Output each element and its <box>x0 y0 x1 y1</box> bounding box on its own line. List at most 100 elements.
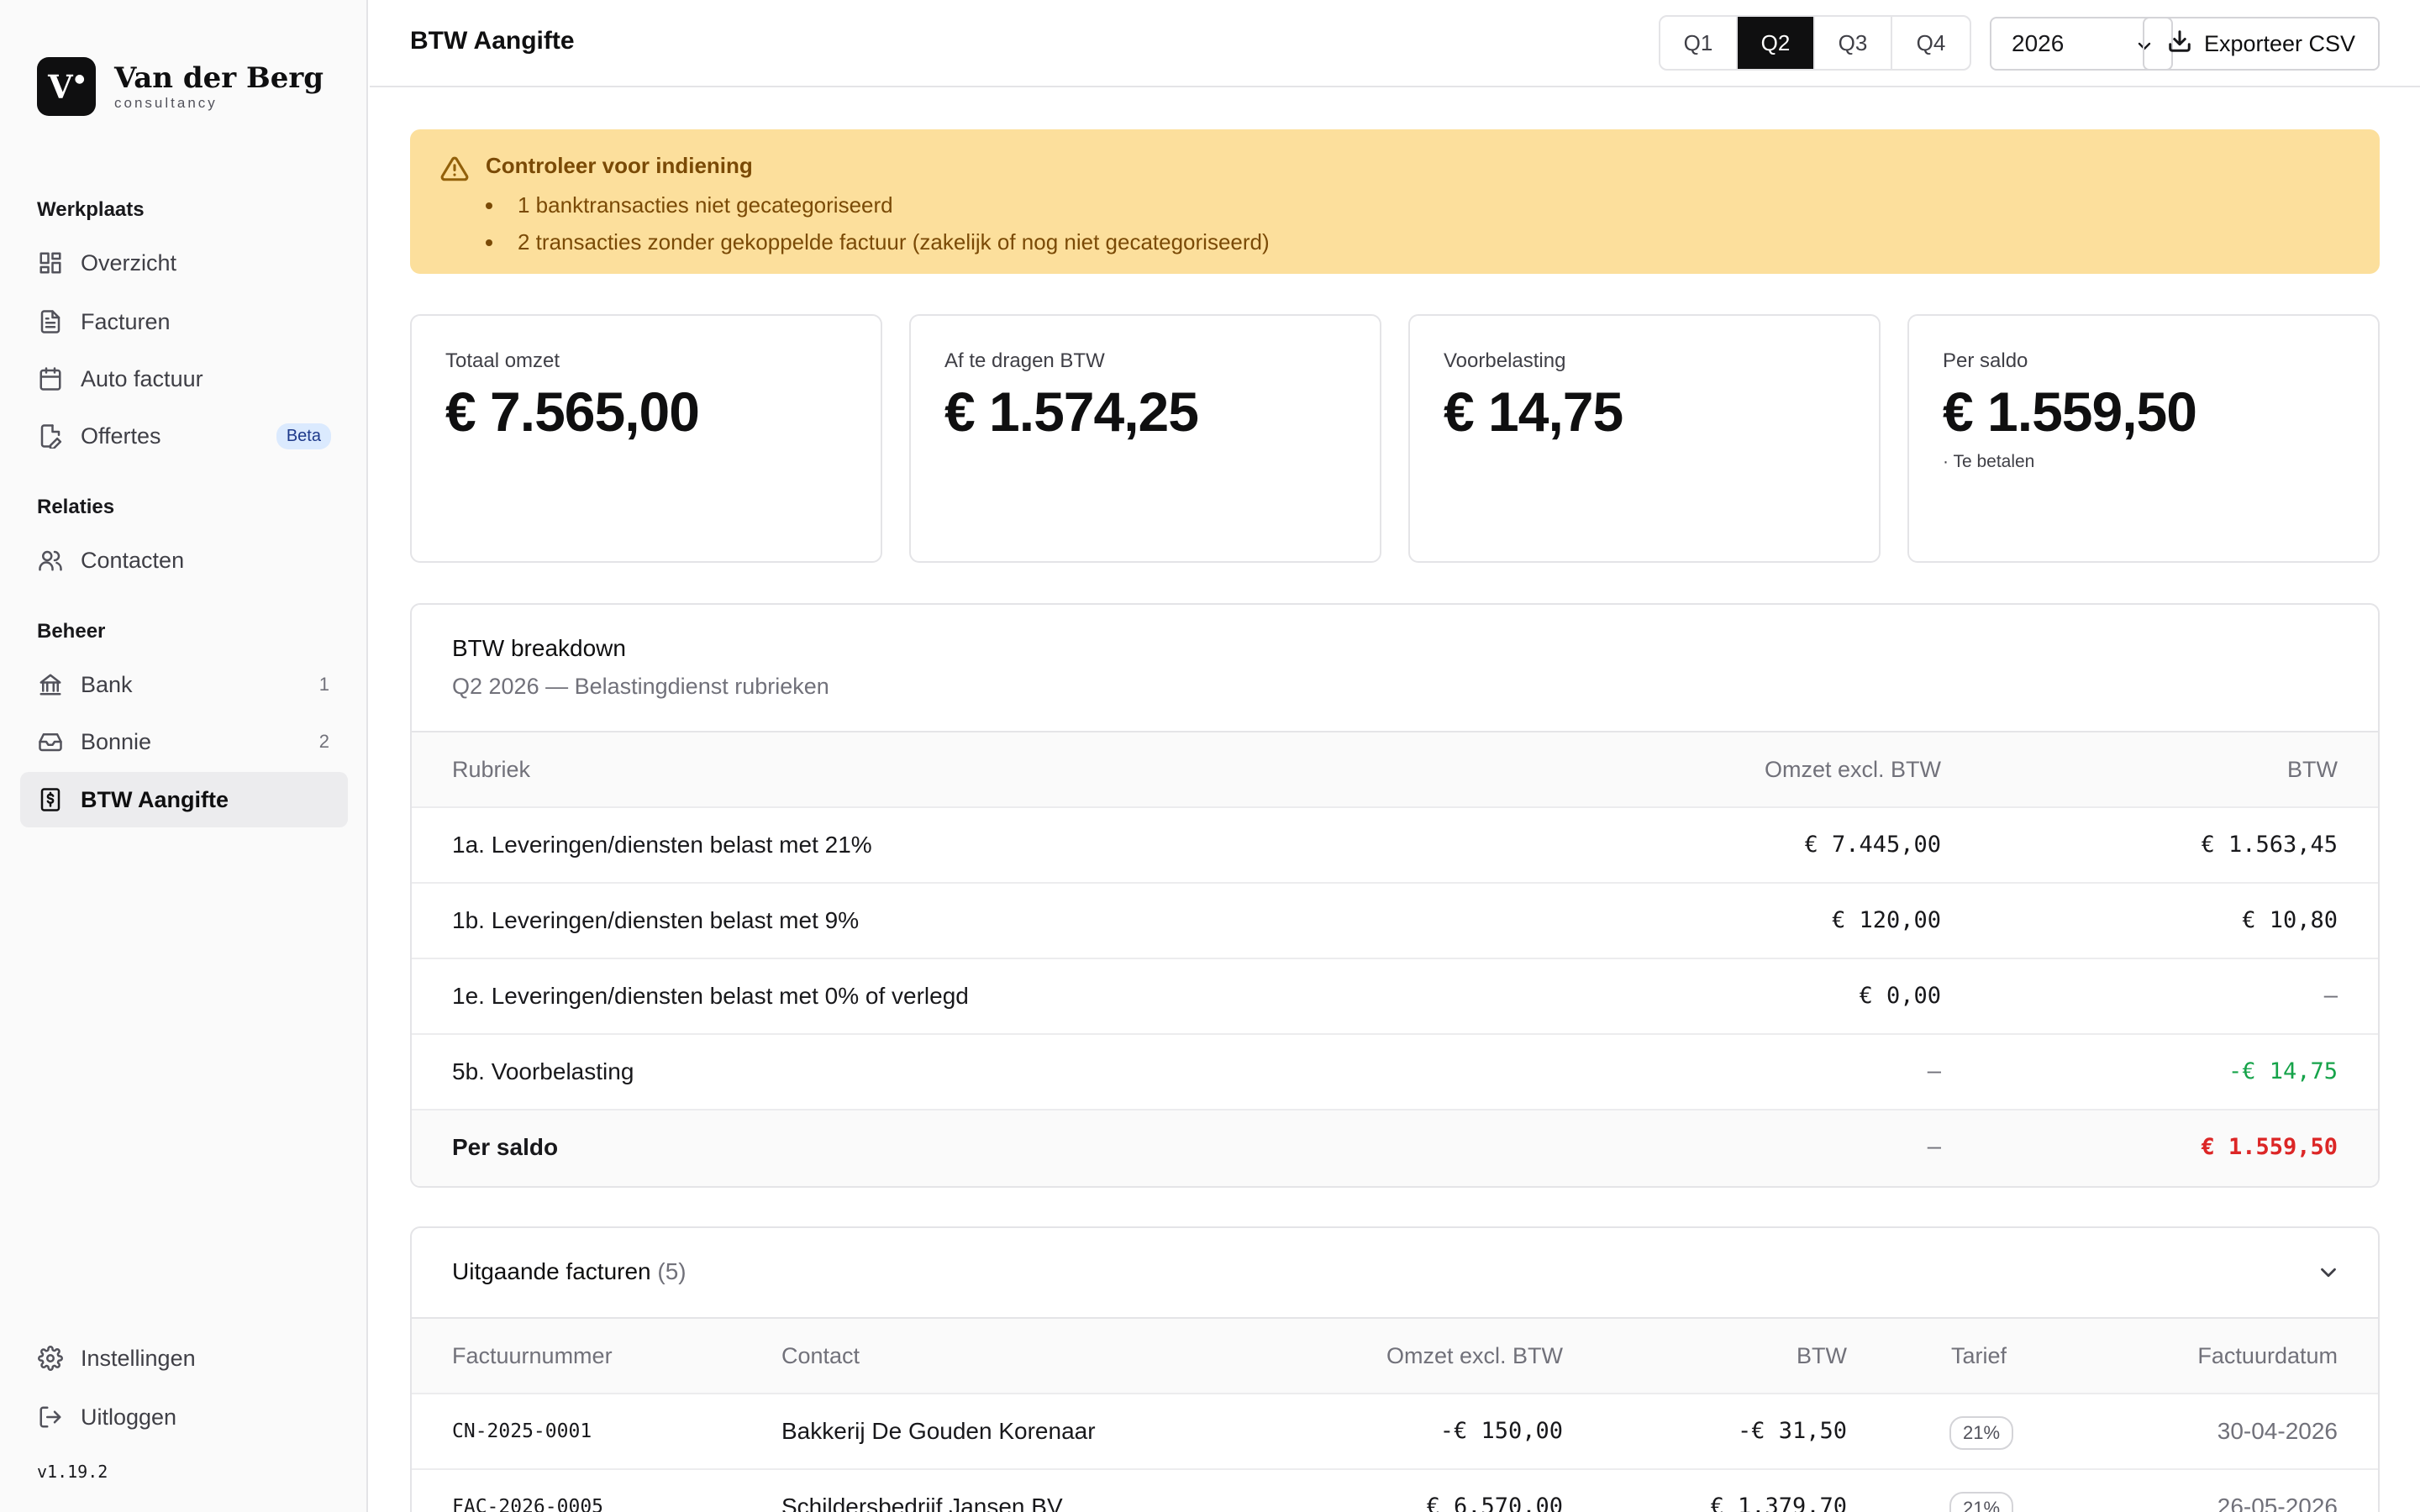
bonnie-count: 2 <box>318 731 329 752</box>
stat-label: Voorbelasting <box>1444 349 1566 372</box>
year-value: 2026 <box>2012 30 2065 56</box>
alert-item: 1 banktransacties niet gecategoriseerd <box>486 186 1270 223</box>
column-header-omzet[interactable]: Omzet excl. BTW <box>1765 732 1941 806</box>
btw-cell: € 1.559,50 <box>2201 1134 2338 1160</box>
chevron-down-icon[interactable] <box>2316 1260 2341 1289</box>
column-header-factuurnummer[interactable]: Factuurnummer <box>452 1319 613 1393</box>
sidebar-item-contacten[interactable]: Contacten <box>20 533 348 588</box>
inbox-icon <box>37 728 64 755</box>
contact-cell: Schildersbedrijf Jansen BV <box>781 1494 1063 1512</box>
app-root: V ● Van der Berg consultancy Werkplaats O… <box>0 0 2420 1512</box>
column-header-btw[interactable]: BTW <box>1797 1319 1847 1393</box>
rubriek-cell: 5b. Voorbelasting <box>452 1058 634 1084</box>
alert-title: Controleer voor indiening <box>486 153 753 178</box>
quarter-q4-button[interactable]: Q4 <box>1892 17 1970 69</box>
file-edit-icon <box>37 423 64 449</box>
omzet-cell: € 120,00 <box>1831 907 1941 933</box>
btw-cell: -€ 14,75 <box>2228 1058 2338 1084</box>
table-row[interactable]: CN-2025-0001 Bakkerij De Gouden Korenaar… <box>412 1394 2378 1470</box>
table-row: 1e. Leveringen/diensten belast met 0% of… <box>412 959 2378 1035</box>
factuurdatum-cell: 30-04-2026 <box>2217 1418 2338 1444</box>
sidebar-item-label: Auto factuur <box>81 365 203 391</box>
btw-cell: € 1.563,45 <box>2201 832 2338 858</box>
invoices-title: Uitgaande facturen <box>452 1258 651 1284</box>
sidebar-item-label: Instellingen <box>81 1345 196 1371</box>
sidebar-item-label: Offertes <box>81 423 161 449</box>
quarter-q1-button[interactable]: Q1 <box>1660 17 1738 69</box>
beta-badge: Beta <box>276 423 331 449</box>
bank-count: 1 <box>318 674 329 695</box>
sidebar-item-instellingen[interactable]: Instellingen <box>20 1331 348 1386</box>
sidebar-item-label: Bank <box>81 671 133 697</box>
sidebar-item-bonnie[interactable]: Bonnie 2 <box>20 714 348 769</box>
factuurdatum-cell: 26-05-2026 <box>2217 1494 2338 1512</box>
logout-icon <box>37 1404 64 1431</box>
btw-breakdown-panel: BTW breakdown Q2 2026 — Belastingdienst … <box>410 603 2380 1188</box>
tarief-badge: 21% <box>1949 1416 2014 1450</box>
sidebar-item-facturen[interactable]: Facturen <box>20 294 348 349</box>
column-header-tarief[interactable]: Tarief <box>1951 1319 2007 1393</box>
invoices-count: (5) <box>657 1258 687 1284</box>
export-csv-button[interactable]: Exporteer CSV <box>2143 17 2380 71</box>
sidebar: V ● Van der Berg consultancy Werkplaats O… <box>0 0 368 1512</box>
table-row[interactable]: FAC-2026-0005 Schildersbedrijf Jansen BV… <box>412 1470 2378 1512</box>
stat-label: Per saldo <box>1943 349 2028 372</box>
table-row: 1b. Leveringen/diensten belast met 9% € … <box>412 884 2378 959</box>
stat-card-totaal-omzet: Totaal omzet € 7.565,00 <box>410 314 882 563</box>
factuurnummer-cell: CN-2025-0001 <box>452 1420 592 1442</box>
table-header-row: Rubriek Omzet excl. BTW BTW <box>412 732 2378 808</box>
stat-value: € 14,75 <box>1444 381 1623 443</box>
panel-title: BTW breakdown <box>452 635 626 661</box>
omzet-cell: – <box>1927 1058 1941 1084</box>
quarter-selector: Q1 Q2 Q3 Q4 <box>1659 15 1971 71</box>
column-header-rubriek[interactable]: Rubriek <box>452 732 530 806</box>
brand-text: Van der Berg consultancy <box>114 61 324 112</box>
omzet-cell: € 0,00 <box>1859 983 1941 1009</box>
btw-cell: € 1.379,70 <box>1710 1494 1847 1512</box>
stat-label: Af te dragen BTW <box>944 349 1105 372</box>
panel-header-toggle[interactable]: Uitgaande facturen (5) <box>412 1228 2378 1319</box>
brand-logo-glyph: V <box>48 67 73 106</box>
quarter-q2-button[interactable]: Q2 <box>1738 17 1815 69</box>
column-header-contact[interactable]: Contact <box>781 1319 860 1393</box>
stat-value: € 1.574,25 <box>944 381 1199 443</box>
column-header-omzet[interactable]: Omzet excl. BTW <box>1386 1319 1563 1393</box>
sidebar-item-label: Uitloggen <box>81 1404 177 1430</box>
sidebar-item-btw-aangifte[interactable]: BTW Aangifte <box>20 772 348 827</box>
column-header-btw[interactable]: BTW <box>2287 732 2338 806</box>
rubriek-cell: 1e. Leveringen/diensten belast met 0% of… <box>452 983 969 1009</box>
tarief-badge: 21% <box>1949 1492 2014 1512</box>
uitgaande-facturen-panel: Uitgaande facturen (5) Factuurnummer Con… <box>410 1226 2380 1512</box>
sidebar-item-auto-factuur[interactable]: Auto factuur <box>20 351 348 407</box>
rubriek-cell: 1a. Leveringen/diensten belast met 21% <box>452 832 872 858</box>
omzet-cell: € 7.445,00 <box>1804 832 1941 858</box>
brand-logo: V ● <box>37 57 96 116</box>
btw-cell: -€ 31,50 <box>1737 1418 1847 1444</box>
nav-section-beheer: Beheer <box>37 620 106 643</box>
quarter-q3-button[interactable]: Q3 <box>1815 17 1892 69</box>
sidebar-item-offertes[interactable]: Offertes Beta <box>20 408 348 464</box>
table-total-row: Per saldo – € 1.559,50 <box>412 1110 2378 1186</box>
btw-cell: – <box>2323 983 2338 1009</box>
btw-cell: € 10,80 <box>2242 907 2338 933</box>
nav-section-relaties: Relaties <box>37 496 115 518</box>
panel-title: Uitgaande facturen (5) <box>452 1258 687 1285</box>
omzet-cell: -€ 150,00 <box>1439 1418 1563 1444</box>
column-header-factuurdatum[interactable]: Factuurdatum <box>2197 1319 2338 1393</box>
sidebar-item-bank[interactable]: Bank 1 <box>20 657 348 712</box>
stat-value: € 7.565,00 <box>445 381 700 443</box>
sidebar-item-uitloggen[interactable]: Uitloggen <box>20 1389 348 1445</box>
stat-label: Totaal omzet <box>445 349 560 372</box>
topbar: BTW Aangifte Q1 Q2 Q3 Q4 2026 Exporteer … <box>370 0 2420 87</box>
export-label: Exporteer CSV <box>2203 30 2356 56</box>
brand-name: Van der Berg <box>114 61 324 95</box>
sidebar-item-label: Bonnie <box>81 728 152 754</box>
alert-item: 2 transacties zonder gekoppelde factuur … <box>486 223 1270 260</box>
receipt-icon <box>37 786 64 813</box>
factuurnummer-cell: FAC-2026-0005 <box>452 1496 604 1512</box>
sidebar-item-overzicht[interactable]: Overzicht <box>20 235 348 291</box>
brand[interactable]: V ● Van der Berg consultancy <box>37 57 324 116</box>
calendar-icon <box>37 365 64 392</box>
app-version: v1.19.2 <box>37 1462 108 1482</box>
table-header-row: Factuurnummer Contact Omzet excl. BTW BT… <box>412 1319 2378 1394</box>
